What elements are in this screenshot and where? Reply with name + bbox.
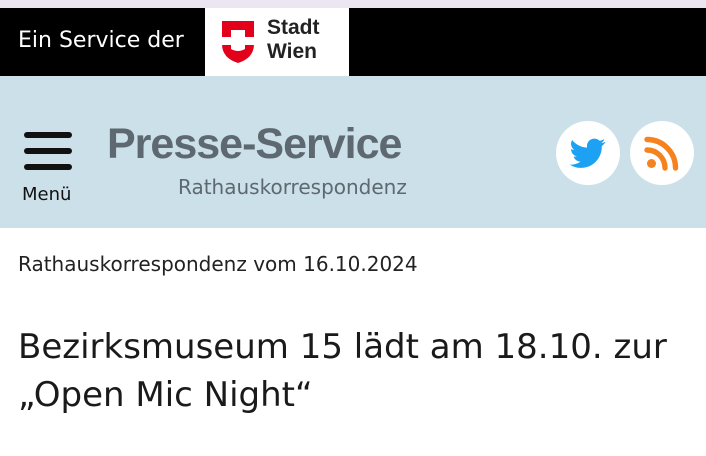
logo-line-1: Stadt [267,16,320,39]
stadt-wien-logo[interactable]: Stadt Wien [205,8,349,76]
menu-button[interactable]: Menü [18,128,80,208]
hamburger-icon-bar [24,164,72,170]
logo-line-2: Wien [267,40,317,63]
wien-shield-icon [222,21,254,63]
hamburger-icon-bar [24,148,72,154]
twitter-button[interactable] [556,121,620,185]
rss-icon [644,136,679,171]
rss-button[interactable] [630,121,694,185]
top-accent-line [0,0,706,8]
article-date-line: Rathauskorrespondenz vom 16.10.2024 [18,252,418,276]
site-title[interactable]: Presse-Service [107,120,402,168]
hamburger-icon-bar [24,132,72,138]
site-header: Menü Presse-Service Rathauskorrespondenz [0,76,706,228]
logo-text: Stadt Wien [267,16,320,64]
site-subtitle: Rathauskorrespondenz [178,175,407,199]
article-headline: Bezirksmuseum 15 lädt am 18.10. zur „Ope… [18,327,667,415]
service-bar-text: Ein Service der [18,28,184,53]
menu-label: Menü [22,184,72,205]
twitter-icon [570,138,606,168]
service-bar: Ein Service der Stadt Wien [0,8,706,76]
